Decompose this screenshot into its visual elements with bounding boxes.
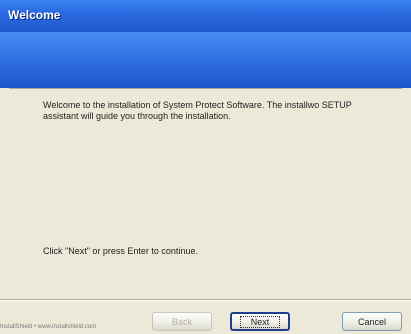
continue-prompt: Click "Next" or press Enter to continue. [43,246,198,256]
intro-text: Welcome to the installation of System Pr… [43,100,352,121]
header-banner [0,32,411,88]
next-button-label: Next [239,315,281,328]
footer-brand-text: InstallShield • www.installshield.com [0,324,97,330]
cancel-button-label: Cancel [357,316,386,327]
footer-divider [0,299,411,301]
back-button[interactable]: Back [152,312,212,331]
next-button[interactable]: Next [230,312,290,331]
window-title: Welcome [8,8,61,22]
back-button-label: Back [171,316,192,327]
cancel-button[interactable]: Cancel [342,312,402,331]
title-bar[interactable]: Welcome [0,0,411,32]
